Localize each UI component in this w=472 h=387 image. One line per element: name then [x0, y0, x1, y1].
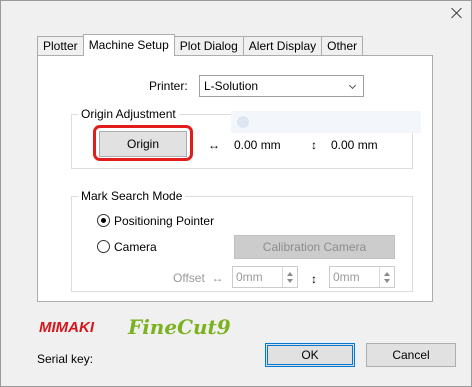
dialog-window: Plotter Machine Setup Plot Dialog Alert …	[0, 0, 472, 387]
offset-y-value: 0mm	[333, 270, 360, 284]
serial-key-label: Serial key:	[37, 352, 94, 366]
offset-label: Offset ↔	[173, 271, 223, 285]
offset-x-spinner[interactable]: 0mm	[232, 266, 298, 288]
spin-up-icon[interactable]	[287, 272, 293, 276]
offset-vertical-arrow-icon: ↕	[311, 272, 317, 286]
chevron-down-icon	[348, 81, 357, 90]
background-ghost-control	[231, 111, 421, 133]
tab-plotter[interactable]: Plotter	[37, 36, 84, 56]
offset-horizontal-arrow-icon: ↔	[211, 271, 224, 285]
printer-select-value: L-Solution	[204, 79, 259, 93]
camera-label[interactable]: Camera	[114, 240, 157, 254]
horizontal-arrow-icon: ↔	[208, 138, 220, 152]
close-icon[interactable]	[450, 6, 464, 20]
positioning-pointer-radio[interactable]	[97, 214, 110, 227]
spin-down-icon[interactable]	[384, 279, 390, 283]
ok-button[interactable]: OK	[265, 343, 355, 367]
origin-adjustment-title: Origin Adjustment	[78, 107, 179, 121]
offset-x-value: 0mm	[236, 270, 263, 284]
cancel-button[interactable]: Cancel	[366, 343, 456, 367]
tab-machine-setup[interactable]: Machine Setup	[82, 34, 175, 56]
offset-y-spinner[interactable]: 0mm	[329, 266, 395, 288]
mark-search-mode-title: Mark Search Mode	[78, 189, 186, 203]
offset-label-text: Offset	[173, 271, 205, 285]
ghost-radio-icon	[237, 116, 249, 128]
tab-alert-display[interactable]: Alert Display	[242, 36, 323, 56]
origin-x-value: 0.00 mm	[234, 138, 281, 152]
tab-other[interactable]: Other	[321, 36, 364, 56]
offset-y-spin-arrows[interactable]	[379, 267, 394, 287]
finecut-logo: FineCut9	[128, 315, 231, 339]
offset-x-spin-arrows[interactable]	[282, 267, 297, 287]
tab-plot-dialog[interactable]: Plot Dialog	[173, 36, 244, 56]
vertical-arrow-icon: ↕	[311, 138, 317, 152]
spin-up-icon[interactable]	[384, 272, 390, 276]
calibration-camera-button: Calibration Camera	[234, 235, 395, 259]
camera-radio[interactable]	[97, 240, 110, 253]
mimaki-logo: MIMAKI	[39, 319, 94, 336]
origin-y-value: 0.00 mm	[331, 138, 378, 152]
positioning-pointer-label[interactable]: Positioning Pointer	[114, 214, 214, 228]
printer-select[interactable]: L-Solution	[199, 75, 364, 97]
origin-button[interactable]: Origin	[99, 131, 187, 157]
tab-bar: Plotter Machine Setup Plot Dialog Alert …	[37, 34, 364, 56]
printer-label: Printer:	[149, 79, 188, 93]
spin-down-icon[interactable]	[287, 279, 293, 283]
